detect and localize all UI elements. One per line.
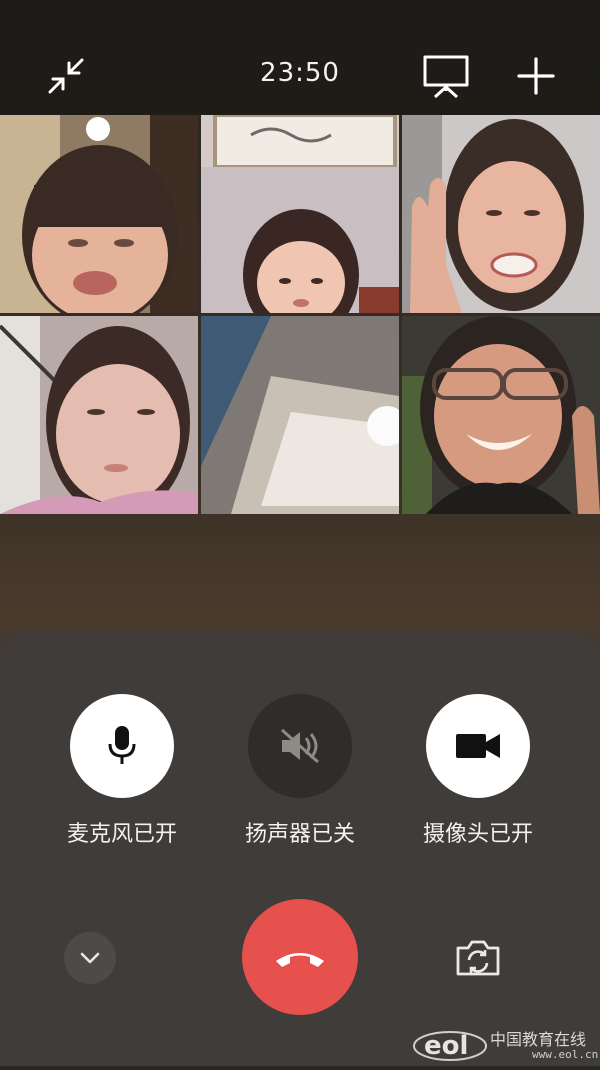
video-grid bbox=[0, 115, 600, 515]
chevron-down-icon bbox=[80, 952, 100, 964]
minimize-arrows-icon bbox=[48, 58, 84, 94]
collapse-panel-button[interactable] bbox=[64, 932, 116, 984]
microphone-toggle-button[interactable] bbox=[70, 694, 174, 798]
speaker-status-label: 扬声器已关 bbox=[244, 822, 355, 847]
camera-status-label: 摄像头已开 bbox=[422, 822, 533, 847]
add-participant-button[interactable] bbox=[510, 50, 562, 102]
participant-video bbox=[0, 115, 198, 313]
watermark-url: www.eol.cn bbox=[532, 1048, 599, 1061]
camera-toggle-button[interactable] bbox=[426, 694, 530, 798]
switch-camera-button[interactable] bbox=[448, 932, 508, 984]
call-duration-clock: 23:50 bbox=[260, 58, 340, 88]
participant-video bbox=[402, 115, 600, 313]
participant-video-tile[interactable] bbox=[0, 115, 198, 313]
participant-video bbox=[402, 316, 600, 514]
speaker-toggle-button[interactable] bbox=[248, 694, 352, 798]
participant-video-tile[interactable] bbox=[0, 316, 198, 514]
participant-video-tile[interactable] bbox=[201, 316, 399, 514]
hang-up-button[interactable] bbox=[242, 899, 358, 1015]
phone-hangup-icon bbox=[276, 953, 324, 967]
eol-watermark: eol 中国教育在线 www.eol.cn bbox=[412, 1022, 600, 1066]
microphone-icon bbox=[108, 726, 136, 764]
camera-flip-icon bbox=[456, 940, 500, 976]
minimize-button[interactable] bbox=[40, 50, 92, 102]
watermark-site-name: 中国教育在线 bbox=[490, 1030, 587, 1049]
screen-share-button[interactable] bbox=[420, 50, 472, 102]
microphone-status-label: 麦克风已开 bbox=[66, 822, 177, 847]
speaker-muted-icon bbox=[281, 728, 319, 764]
screen-share-icon bbox=[423, 55, 469, 99]
participant-video bbox=[0, 316, 198, 514]
svg-text:eol: eol bbox=[424, 1031, 468, 1061]
eol-logo: eol bbox=[413, 1031, 487, 1061]
participant-video-tile[interactable] bbox=[402, 115, 600, 313]
plus-icon bbox=[517, 57, 555, 95]
participant-video bbox=[201, 115, 399, 313]
participant-video-tile[interactable] bbox=[201, 115, 399, 313]
video-camera-icon bbox=[456, 734, 500, 758]
participant-video-tile[interactable] bbox=[402, 316, 600, 514]
participant-video bbox=[201, 316, 399, 514]
